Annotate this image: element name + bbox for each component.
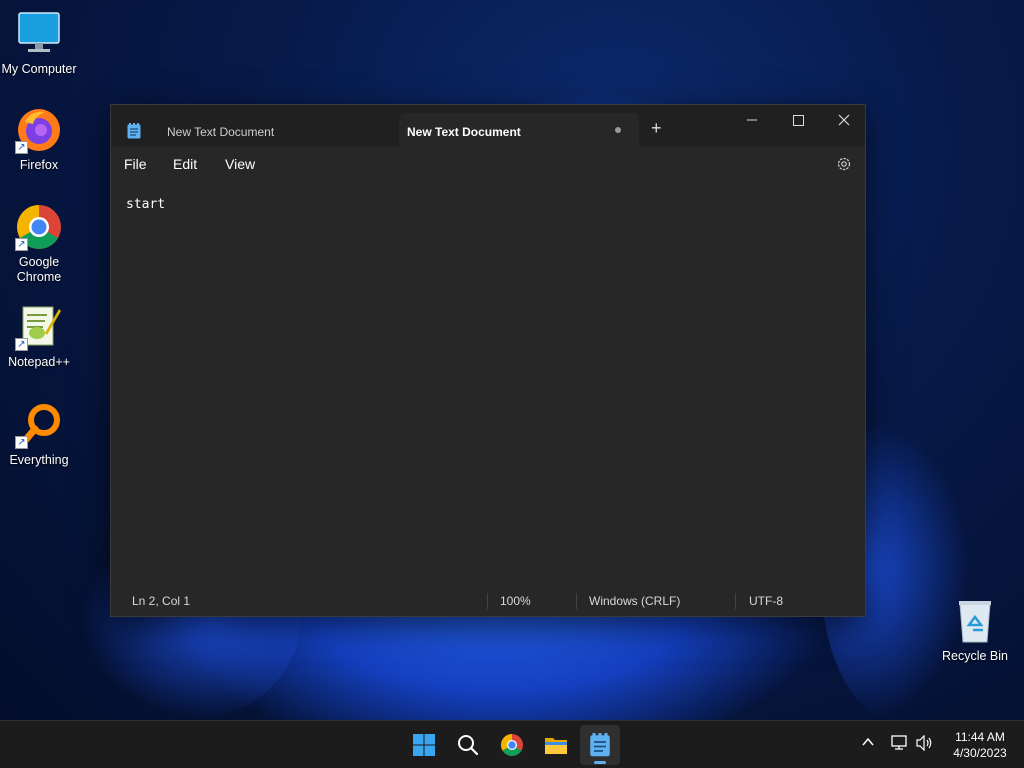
search-icon [458, 735, 479, 756]
monitor-icon [15, 10, 63, 58]
status-divider [735, 593, 736, 609]
line-ending: Windows (CRLF) [589, 594, 681, 608]
menu-file[interactable]: File [124, 156, 147, 172]
chevron-up-icon[interactable] [861, 735, 875, 754]
desktop-icon-google-chrome[interactable]: ↗ Google Chrome [1, 203, 77, 285]
desktop-icon-recycle-bin[interactable]: Recycle Bin [937, 597, 1013, 664]
taskbar-chrome-button[interactable] [492, 725, 532, 765]
cursor-position: Ln 2, Col 1 [132, 594, 191, 608]
search-magnifier-icon: ↗ [15, 401, 63, 449]
taskbar-search-button[interactable] [448, 725, 488, 765]
text-editor-area[interactable]: start [111, 181, 865, 588]
shortcut-arrow-icon: ↗ [15, 338, 28, 351]
encoding: UTF-8 [749, 594, 783, 608]
status-divider [487, 593, 488, 609]
tab-new-text-document-1[interactable]: New Text Document [111, 113, 398, 147]
close-button[interactable] [821, 105, 867, 135]
firefox-icon: ↗ [15, 106, 63, 154]
editor-text: start [126, 197, 166, 212]
desktop-icon-label: Recycle Bin [942, 649, 1008, 663]
notepad-window: New Text Document New Text Document + Fi… [110, 104, 866, 617]
desktop-icon-firefox[interactable]: ↗ Firefox [1, 106, 77, 173]
desktop-icon-label: Firefox [19, 158, 59, 172]
minimize-icon [747, 119, 757, 121]
notepad-icon [590, 733, 610, 757]
status-bar: Ln 2, Col 1 100% Windows (CRLF) UTF-8 [111, 586, 865, 616]
chrome-icon: ↗ [15, 203, 63, 251]
desktop-icon-notepad-plus-plus[interactable]: ↗ Notepad++ [1, 303, 77, 370]
chrome-icon [501, 734, 523, 756]
shortcut-arrow-icon: ↗ [15, 238, 28, 251]
taskbar-file-explorer-button[interactable] [536, 725, 576, 765]
menu-view[interactable]: View [225, 156, 255, 172]
recycle-bin-icon [951, 597, 999, 645]
settings-gear-icon[interactable] [835, 155, 853, 173]
close-icon [838, 114, 850, 126]
tab-label: New Text Document [167, 125, 275, 139]
desktop-icon-label: My Computer [1, 62, 77, 76]
notepad-plus-plus-icon: ↗ [15, 303, 63, 351]
status-divider [576, 593, 577, 609]
title-bar[interactable]: New Text Document New Text Document + [111, 105, 865, 147]
clock-time: 11:44 AM [955, 730, 1005, 744]
unsaved-indicator-icon[interactable] [615, 127, 621, 133]
network-icon[interactable] [891, 735, 909, 756]
start-button[interactable] [404, 725, 444, 765]
desktop-icon-label: Everything [9, 453, 69, 467]
volume-icon[interactable] [916, 734, 934, 756]
tab-new-text-document-2[interactable]: New Text Document [399, 113, 639, 147]
menu-edit[interactable]: Edit [173, 156, 197, 172]
active-app-indicator [594, 761, 606, 764]
desktop-icon-my-computer[interactable]: My Computer [1, 10, 77, 77]
tab-label: New Text Document [407, 125, 521, 139]
maximize-icon [793, 115, 804, 126]
file-explorer-icon [545, 738, 567, 754]
maximize-button[interactable] [775, 105, 821, 135]
shortcut-arrow-icon: ↗ [15, 141, 28, 154]
taskbar-notepad-button[interactable] [580, 725, 620, 765]
desktop-icon-label: Google Chrome [16, 255, 62, 284]
minimize-button[interactable] [729, 105, 775, 135]
new-tab-button[interactable]: + [651, 119, 662, 137]
notepad-icon [127, 123, 141, 139]
shortcut-arrow-icon: ↗ [15, 436, 28, 449]
menu-bar: File Edit View [111, 147, 865, 181]
zoom-level: 100% [500, 594, 531, 608]
system-clock[interactable]: 11:44 AM 4/30/2023 [944, 729, 1016, 761]
windows-start-icon [413, 734, 435, 756]
clock-date: 4/30/2023 [953, 746, 1007, 760]
desktop-icon-label: Notepad++ [8, 355, 70, 369]
taskbar: 11:44 AM 4/30/2023 [0, 720, 1024, 768]
desktop-icon-everything[interactable]: ↗ Everything [1, 401, 77, 468]
